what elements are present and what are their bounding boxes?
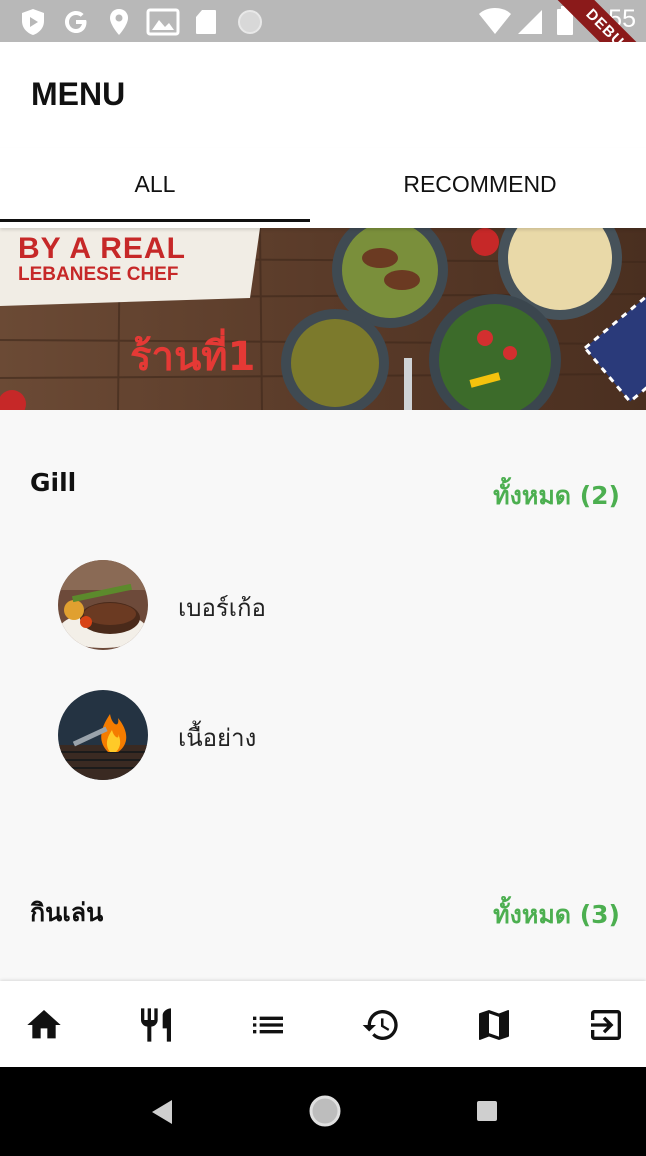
photo-icon	[146, 8, 180, 36]
see-all-snacks-link[interactable]: ทั้งหมด (3)	[493, 895, 620, 935]
system-navigation-bar	[0, 1067, 646, 1156]
wifi-icon	[479, 8, 511, 34]
status-bar: 8:55 DEBUG	[0, 0, 646, 96]
signal-icon	[518, 10, 542, 34]
banner-headline: BY A REAL	[18, 232, 186, 265]
play-protect-icon	[22, 9, 44, 35]
home-icon[interactable]	[24, 1005, 64, 1045]
tab-bar: ALL RECOMMEND	[0, 148, 646, 228]
menu-item-name: เนื้อย่าง	[178, 724, 257, 752]
bottom-navigation	[0, 981, 646, 1067]
location-icon	[110, 9, 128, 35]
loading-circle-icon	[238, 10, 262, 34]
section-title-snacks: กินเล่น	[30, 898, 104, 927]
home-circle-icon[interactable]	[308, 1094, 342, 1128]
app-screen: 8:55 DEBUG MENU ALL RECOMMEND	[0, 0, 646, 1156]
app-bar: MENU	[0, 42, 646, 148]
steak-food-image	[58, 560, 148, 650]
tab-recommend[interactable]: RECOMMEND	[325, 148, 635, 228]
sd-card-icon	[196, 10, 216, 34]
recents-icon[interactable]	[476, 1100, 498, 1122]
page-title: MENU	[31, 76, 126, 112]
grill-flame-image	[58, 690, 148, 780]
back-icon[interactable]	[150, 1099, 174, 1125]
restaurant-icon[interactable]	[136, 1005, 176, 1045]
tab-all[interactable]: ALL	[0, 148, 310, 228]
logout-icon[interactable]	[586, 1005, 626, 1045]
map-icon[interactable]	[474, 1005, 514, 1045]
section-title-gill: Gill	[30, 468, 77, 497]
menu-item[interactable]: เนื้อย่าง	[58, 690, 618, 782]
banner-subheadline: LEBANESE CHEF	[18, 264, 179, 285]
see-all-gill-link[interactable]: ทั้งหมด (2)	[493, 476, 620, 516]
menu-item[interactable]: เบอร์เก้อ	[58, 560, 618, 652]
google-icon	[65, 11, 87, 33]
history-icon[interactable]	[361, 1005, 401, 1045]
restaurant-name: ร้านที่1	[130, 334, 256, 380]
restaurant-banner[interactable]: BY A REAL LEBANESE CHEF ร้านที่1	[0, 228, 646, 410]
list-icon[interactable]	[248, 1005, 288, 1045]
menu-item-name: เบอร์เก้อ	[178, 594, 266, 622]
